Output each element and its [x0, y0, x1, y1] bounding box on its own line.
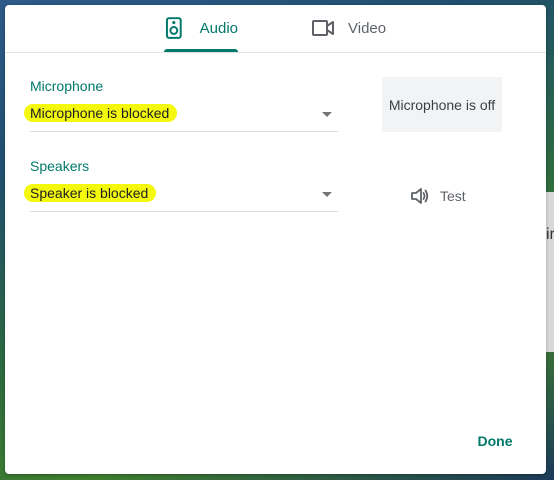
test-speaker-button[interactable]: Test	[410, 181, 480, 211]
background-partial-text: ir	[546, 226, 554, 243]
done-button[interactable]: Done	[471, 427, 519, 455]
speakers-select[interactable]: Speaker is blocked	[30, 181, 338, 212]
chevron-down-icon	[322, 112, 332, 117]
test-button-label: Test	[440, 188, 466, 204]
tab-audio[interactable]: Audio	[164, 5, 238, 51]
tab-selected-indicator	[164, 49, 238, 52]
background-panel-edge	[546, 192, 554, 352]
microphone-status: Microphone is off	[382, 77, 502, 132]
tab-video-label: Video	[348, 19, 387, 37]
speaker-icon	[165, 17, 182, 39]
video-camera-icon	[312, 20, 334, 36]
chevron-down-icon	[322, 192, 332, 197]
volume-icon	[411, 188, 429, 204]
speakers-select-value: Speaker is blocked	[30, 184, 157, 202]
tab-audio-label: Audio	[199, 19, 238, 37]
microphone-select[interactable]: Microphone is blocked	[30, 101, 338, 132]
settings-dialog: Audio Video Microphone Microphone is blo…	[5, 5, 546, 474]
speakers-label: Speakers	[30, 158, 90, 174]
microphone-select-value: Microphone is blocked	[30, 104, 178, 122]
settings-tabs: Audio Video	[5, 5, 546, 53]
microphone-label: Microphone	[30, 78, 104, 94]
tab-video[interactable]: Video	[312, 5, 398, 51]
